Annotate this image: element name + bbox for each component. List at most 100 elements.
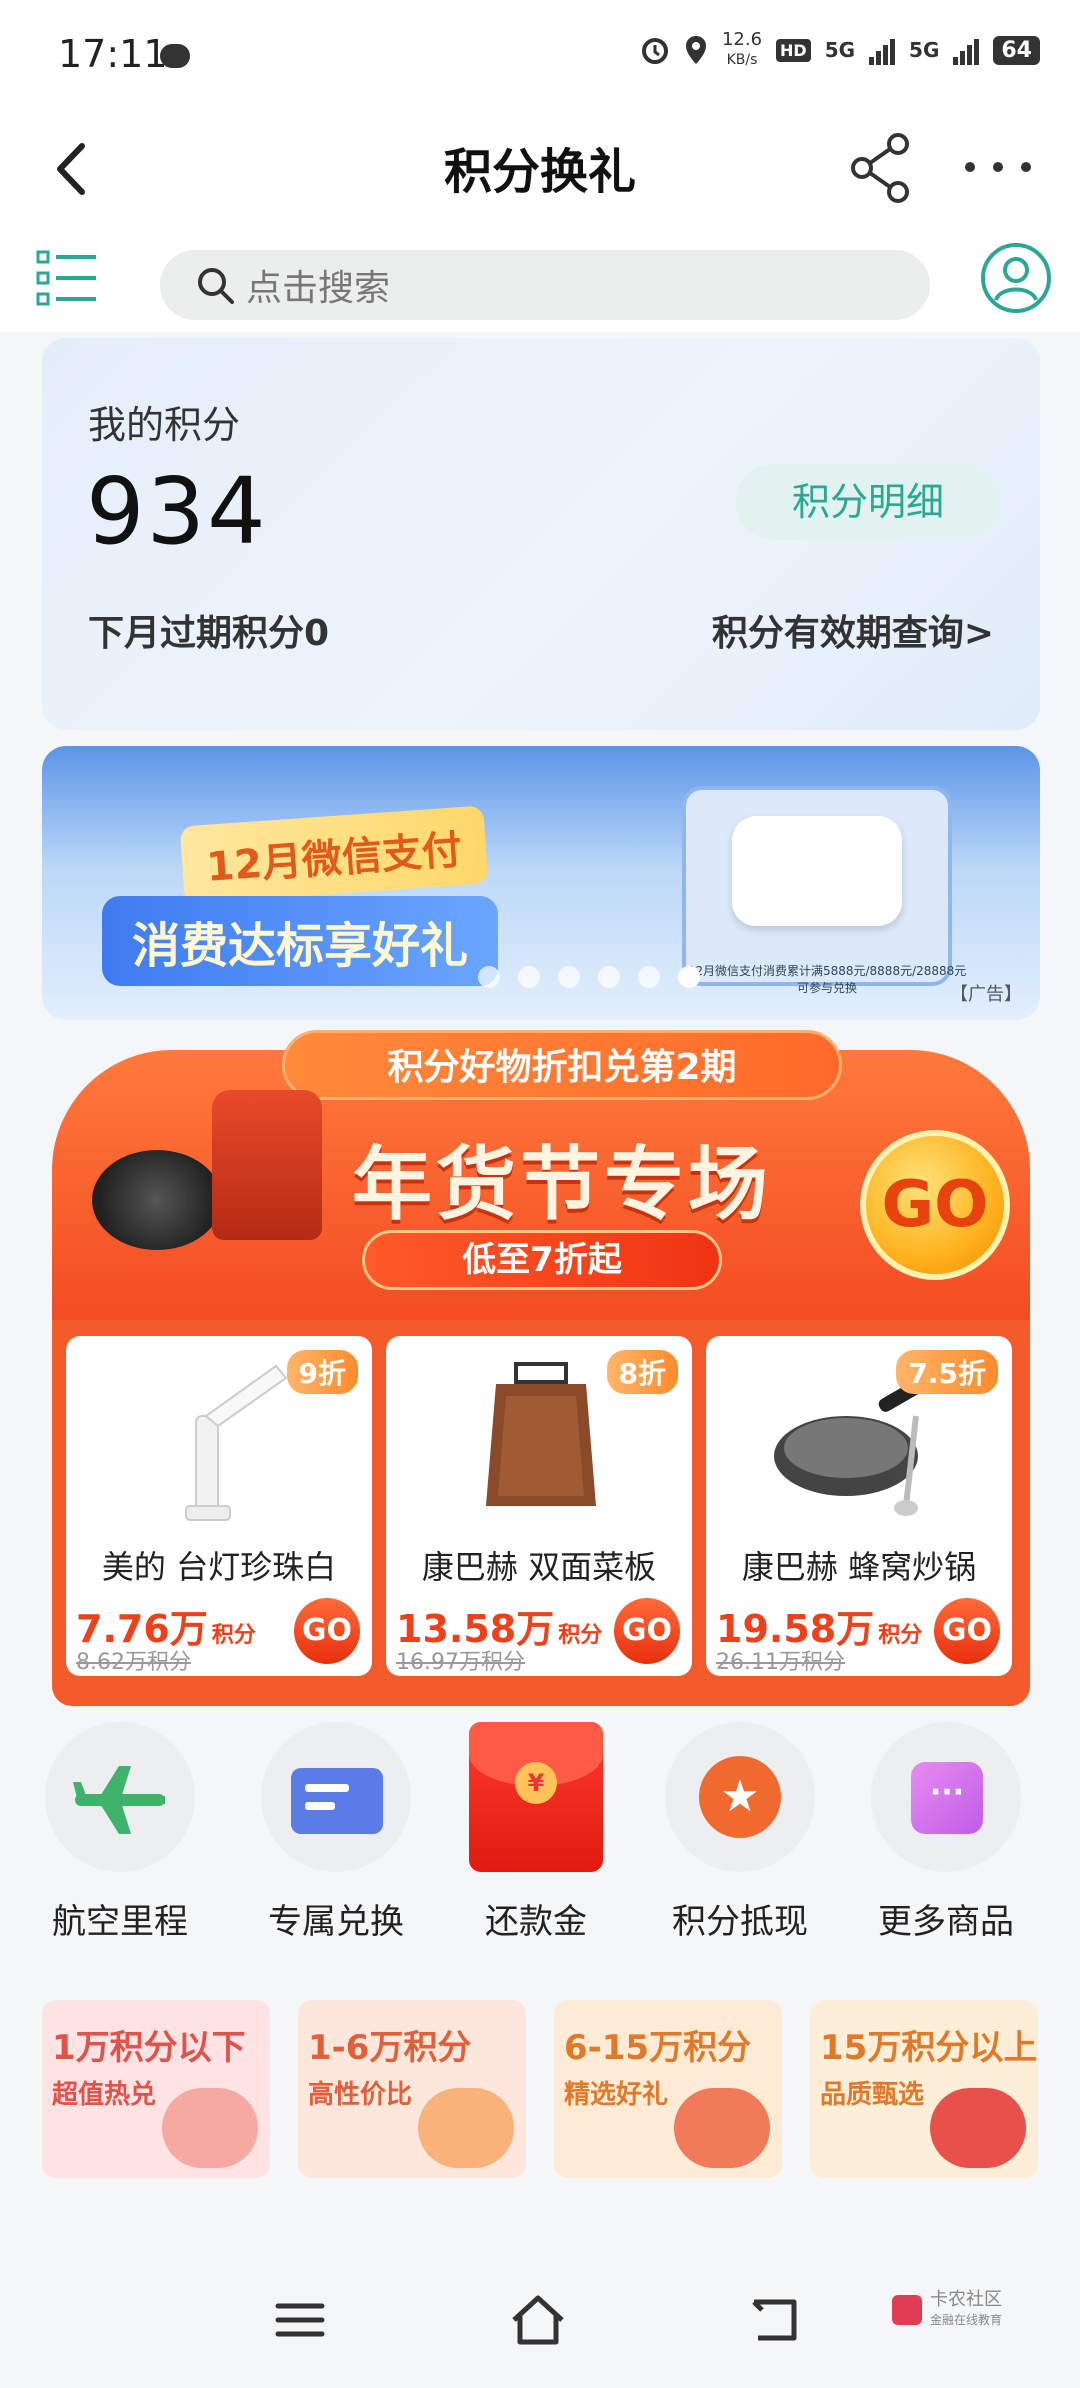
product-name: 康巴赫 蜂窝炒锅 bbox=[741, 1548, 977, 1586]
carousel-dot bbox=[478, 966, 500, 988]
network-speed: 12.6 KB/s bbox=[722, 30, 762, 70]
status-time: 17:11 bbox=[58, 32, 168, 76]
carousel-dot bbox=[638, 966, 660, 988]
tier-subtitle: 超值热兑 bbox=[52, 2080, 157, 2110]
promo-section: 积分好物折扣兑第2期 年货节专场 低至7折起 GO 9折 美的 台灯珍珠白 7.… bbox=[52, 1030, 1030, 1706]
speed-unit: KB/s bbox=[726, 52, 758, 68]
price-unit: 积分 bbox=[211, 1623, 256, 1648]
promo-go-button[interactable]: GO bbox=[860, 1130, 1010, 1280]
promo-topbar: 积分好物折扣兑第2期 bbox=[282, 1030, 842, 1100]
carousel-dot-active bbox=[678, 966, 700, 988]
banner-caption: 12月微信支付消费累计满5888元/8888元/28888元可参与兑换 bbox=[687, 964, 967, 995]
more-options-icon[interactable] bbox=[958, 142, 1038, 192]
my-points-value: 934 bbox=[86, 458, 268, 565]
tier-title: 15万积分以上 bbox=[820, 2028, 1038, 2068]
price-unit: 积分 bbox=[558, 1623, 603, 1648]
original-price: 8.62万积分 bbox=[76, 1650, 191, 1675]
product-card[interactable]: 8折 康巴赫 双面菜板 13.58万 积分 16.97万积分 GO bbox=[386, 1336, 692, 1676]
quick-entry-icon-bg: ★ bbox=[665, 1722, 815, 1872]
gift-image bbox=[418, 2088, 514, 2168]
status-indicators: 12.6 KB/s HD 5G 5G 64 bbox=[640, 30, 1040, 70]
category-menu-icon[interactable] bbox=[36, 246, 100, 310]
product-go-button[interactable]: GO bbox=[294, 1598, 360, 1664]
discount-badge: 8折 bbox=[606, 1350, 678, 1394]
tier-card[interactable]: 1万积分以下 超值热兑 bbox=[42, 2000, 270, 2178]
quick-entry-points-cash[interactable]: ★ 积分抵现 bbox=[650, 1722, 830, 1943]
quick-entry-more-goods[interactable]: ··· 更多商品 bbox=[856, 1722, 1036, 1943]
product-card[interactable]: 7.5折 康巴赫 蜂窝炒锅 19.58万 积分 26.11万积分 GO bbox=[706, 1336, 1012, 1676]
tier-card[interactable]: 15万积分以上 品质甄选 bbox=[810, 2000, 1038, 2178]
tier-card[interactable]: 6-15万积分 精选好礼 bbox=[554, 2000, 782, 2178]
search-placeholder: 点击搜索 bbox=[246, 268, 391, 309]
discount-badge: 9折 bbox=[286, 1350, 358, 1394]
quick-entry-icon-bg bbox=[261, 1722, 411, 1872]
product-go-button[interactable]: GO bbox=[934, 1598, 1000, 1664]
quick-entry-exclusive[interactable]: 专属兑换 bbox=[246, 1722, 426, 1943]
carousel-dot bbox=[598, 966, 620, 988]
coin-icon: ¥ bbox=[515, 1762, 557, 1804]
product-go-button[interactable]: GO bbox=[614, 1598, 680, 1664]
network-type-1: 5G bbox=[824, 38, 856, 62]
more-icon: ··· bbox=[911, 1762, 983, 1834]
promo-title: 年货节专场 bbox=[352, 1138, 772, 1231]
expiring-points-text: 下月过期积分0 bbox=[88, 613, 330, 654]
tier-card[interactable]: 1-6万积分 高性价比 bbox=[298, 2000, 526, 2178]
banner-tag-primary: 12月微信支付 bbox=[179, 805, 489, 905]
ad-banner[interactable]: 12月微信支付 消费达标享好礼 12月微信支付消费累计满5888元/8888元/… bbox=[42, 746, 1040, 1020]
signal-2-icon bbox=[953, 35, 980, 65]
signal-1-icon bbox=[869, 35, 896, 65]
quick-entry-label: 专属兑换 bbox=[268, 1902, 404, 1942]
kettle-image bbox=[212, 1090, 322, 1240]
original-price: 26.11万积分 bbox=[716, 1650, 845, 1675]
carousel-dots bbox=[478, 966, 700, 988]
points-validity-link[interactable]: 积分有效期查询> bbox=[712, 604, 994, 656]
speed-value: 12.6 bbox=[721, 29, 763, 50]
menu-icon[interactable] bbox=[270, 2290, 330, 2350]
tier-title: 1万积分以下 bbox=[52, 2028, 246, 2068]
card-icon bbox=[291, 1768, 383, 1834]
points-detail-button[interactable]: 积分明细 bbox=[736, 464, 1000, 540]
network-type-2: 5G bbox=[909, 38, 940, 62]
user-avatar-icon[interactable] bbox=[980, 242, 1052, 314]
carousel-dot bbox=[558, 966, 580, 988]
discount-badge: 7.5折 bbox=[896, 1350, 998, 1394]
tier-subtitle: 高性价比 bbox=[308, 2080, 413, 2110]
quick-entry-airline-miles[interactable]: 航空里程 bbox=[30, 1722, 210, 1943]
product-card[interactable]: 9折 美的 台灯珍珠白 7.76万 积分 8.62万积分 GO bbox=[66, 1336, 372, 1676]
quick-entry-row: 航空里程 专属兑换 ¥ 还款金 ★ 积分抵现 ··· 更多商品 bbox=[0, 1722, 1080, 1942]
promo-subtitle: 低至7折起 bbox=[362, 1230, 722, 1290]
banner-tag-secondary: 消费达标享好礼 bbox=[102, 896, 499, 986]
tier-title: 1-6万积分 bbox=[308, 2028, 472, 2068]
home-icon[interactable] bbox=[508, 2290, 568, 2350]
ad-label: 【广告】 bbox=[950, 984, 1022, 1005]
alarm-icon bbox=[641, 38, 668, 64]
desk-lamp-image bbox=[185, 1364, 288, 1521]
airplane-icon bbox=[73, 1766, 165, 1834]
location-icon bbox=[685, 36, 706, 64]
page-title: 积分换礼 bbox=[443, 144, 636, 200]
gift-image bbox=[930, 2088, 1026, 2168]
search-input[interactable]: 点击搜索 bbox=[160, 250, 930, 320]
quick-entry-icon-bg: ··· bbox=[871, 1722, 1021, 1872]
battery-icon: 64 bbox=[993, 35, 1040, 65]
quick-entry-label: 积分抵现 bbox=[672, 1902, 808, 1942]
tier-subtitle: 品质甄选 bbox=[820, 2080, 925, 2110]
system-navigation-bar: 卡农社区 金融在线教育 bbox=[0, 2250, 1080, 2388]
points-tier-row: 1万积分以下 超值热兑 1-6万积分 高性价比 6-15万积分 精选好礼 15万… bbox=[42, 2000, 1040, 2178]
share-icon[interactable] bbox=[846, 128, 916, 208]
watermark: 卡农社区 金融在线教育 bbox=[892, 2290, 1002, 2330]
quick-entry-repayment[interactable]: ¥ 还款金 bbox=[446, 1722, 626, 1943]
search-row: 点击搜索 bbox=[0, 232, 1080, 332]
star-icon: ★ bbox=[699, 1756, 781, 1838]
search-icon bbox=[198, 268, 234, 304]
wok-image bbox=[92, 1150, 222, 1250]
quick-entry-label: 航空里程 bbox=[52, 1902, 188, 1942]
brand-tagline: 金融在线教育 bbox=[930, 2313, 1003, 2327]
product-name: 美的 台灯珍珠白 bbox=[101, 1548, 337, 1586]
tier-subtitle: 精选好礼 bbox=[564, 2080, 669, 2110]
quick-entry-label: 还款金 bbox=[485, 1902, 587, 1942]
red-envelope-icon: ¥ bbox=[469, 1722, 603, 1872]
cutting-board-image bbox=[486, 1362, 596, 1506]
carousel-dot bbox=[518, 966, 540, 988]
back-nav-icon[interactable] bbox=[744, 2290, 804, 2350]
